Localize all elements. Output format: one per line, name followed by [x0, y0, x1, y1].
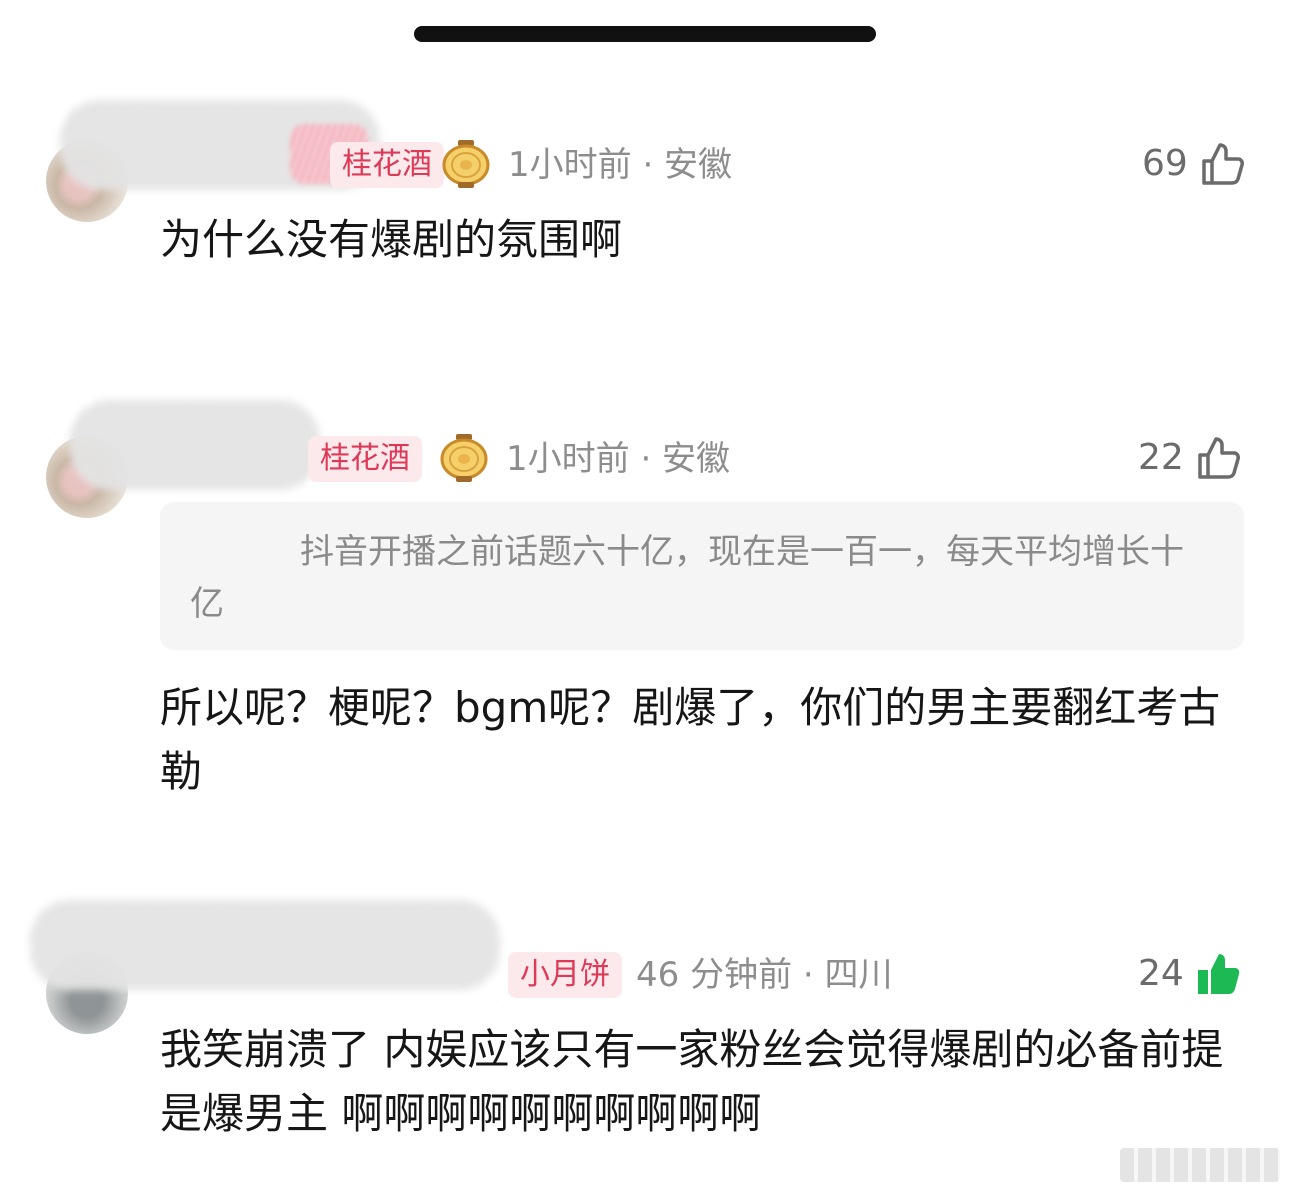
watermark: [1120, 1148, 1280, 1182]
thumbs-up-filled-icon: [1197, 954, 1240, 994]
comment-time-location: 46 分钟前 · 四川: [636, 955, 893, 995]
like-button[interactable]: 24: [1138, 950, 1242, 998]
like-count: 69: [1142, 143, 1188, 184]
comment-time-location: 1小时前 · 安徽: [508, 145, 733, 185]
quoted-reply-text: 抖音开播之前话题六十亿，现在是一百一，每天平均增长十亿: [190, 532, 1184, 624]
fan-badge[interactable]: 桂花酒: [308, 436, 422, 482]
blurred-username[interactable]: [70, 400, 320, 490]
blurred-username[interactable]: [30, 900, 500, 990]
like-button[interactable]: 22: [1138, 434, 1242, 482]
home-indicator: [414, 26, 876, 42]
lantern-badge-icon: [440, 434, 488, 482]
comment-text: 我笑崩溃了 内娱应该只有一家粉丝会觉得爆剧的必备前提是爆男主 啊啊啊啊啊啊啊啊啊…: [160, 1025, 1224, 1138]
like-button[interactable]: 69: [1142, 140, 1246, 188]
like-count: 24: [1138, 953, 1184, 994]
fan-badge[interactable]: 桂花酒: [330, 142, 444, 188]
fan-badge[interactable]: 小月饼: [508, 952, 622, 998]
comment-text: 所以呢？梗呢？bgm呢？剧爆了，你们的男主要翻红考古勒: [160, 683, 1221, 796]
like-count: 22: [1138, 437, 1184, 478]
quoted-reply[interactable]: 抖音开播之前话题六十亿，现在是一百一，每天平均增长十亿: [160, 502, 1244, 650]
lantern-badge-icon: [442, 140, 490, 188]
thumbs-up-icon: [1198, 437, 1240, 479]
comment-text: 为什么没有爆剧的氛围啊: [160, 215, 623, 264]
comment-time-location: 1小时前 · 安徽: [506, 439, 731, 479]
thumbs-up-icon: [1202, 143, 1244, 185]
